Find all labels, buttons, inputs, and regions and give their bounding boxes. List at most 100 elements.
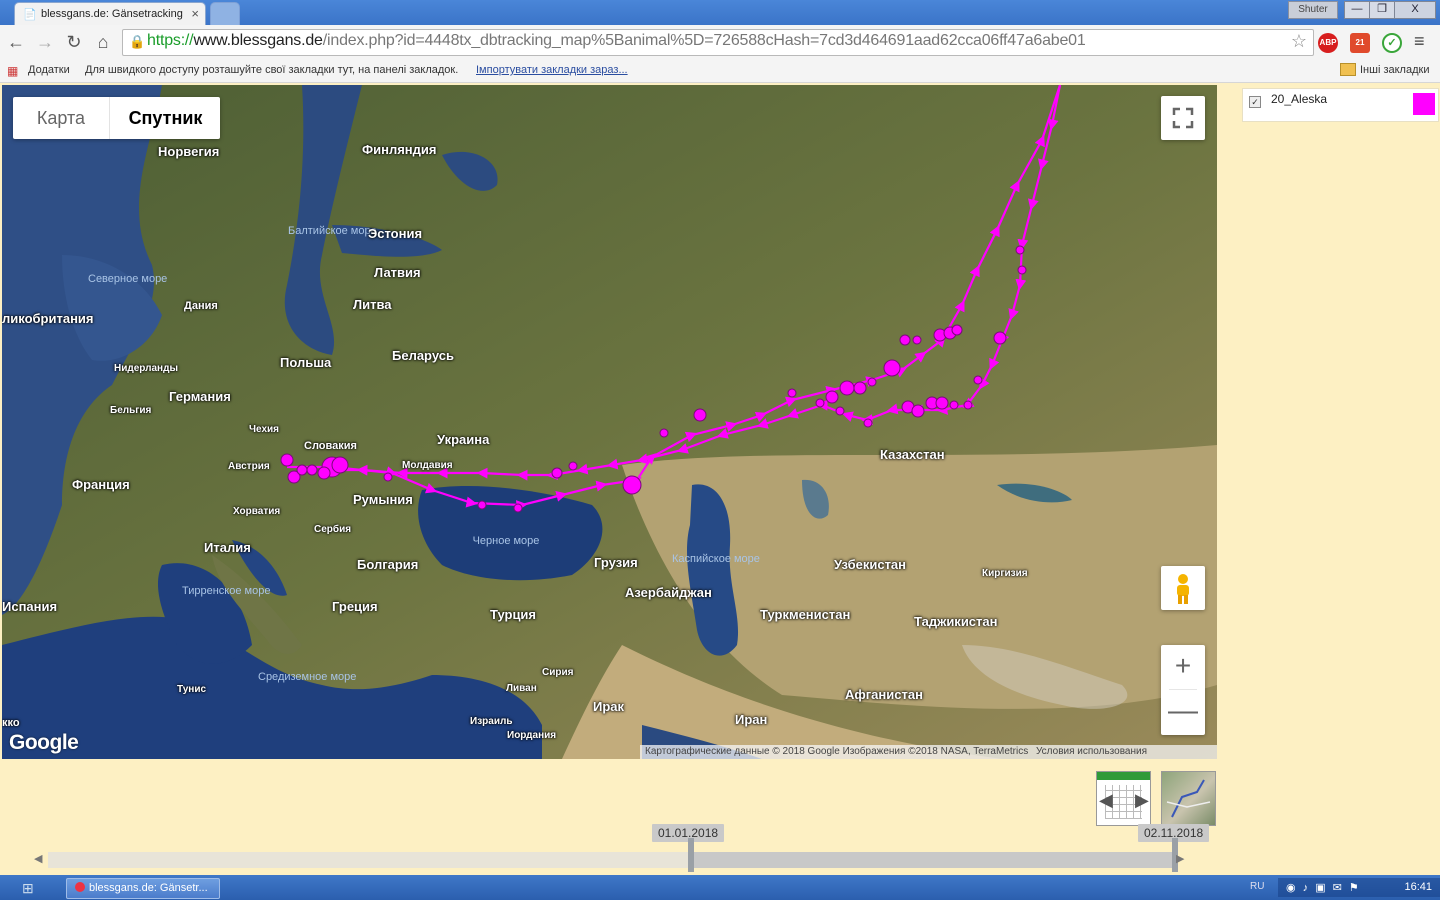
label-baltic-sea: Балтийское море bbox=[288, 225, 377, 237]
tracking-point[interactable] bbox=[949, 400, 959, 410]
tracking-point[interactable] bbox=[825, 390, 839, 404]
label-finland: Финляндия bbox=[362, 142, 437, 157]
back-icon[interactable]: ← bbox=[5, 31, 27, 53]
apps-link[interactable]: Додатки bbox=[28, 64, 70, 76]
close-window-button[interactable]: X bbox=[1394, 1, 1436, 19]
fullscreen-button[interactable] bbox=[1161, 96, 1205, 140]
label-italy: Италия bbox=[204, 540, 251, 555]
tracking-point[interactable] bbox=[853, 381, 867, 395]
taskbar-item-label: blessgans.de: Gänsetr... bbox=[89, 882, 208, 894]
tracking-point[interactable] bbox=[477, 500, 487, 510]
tracking-point[interactable] bbox=[973, 375, 983, 385]
map-imagery bbox=[2, 85, 1217, 759]
tracking-point[interactable] bbox=[951, 324, 963, 336]
terms-link[interactable]: Условия использования bbox=[1036, 746, 1147, 757]
label-turkey: Турция bbox=[490, 607, 537, 622]
tab-close-icon[interactable]: × bbox=[191, 6, 199, 21]
language-indicator[interactable]: RU bbox=[1250, 881, 1264, 892]
label-north-sea: Северное море bbox=[88, 273, 168, 285]
tracking-point[interactable] bbox=[551, 467, 563, 479]
map-type-map-button[interactable]: Карта bbox=[13, 97, 109, 139]
taskbar-browser-item[interactable]: blessgans.de: Gänsetr... bbox=[66, 878, 220, 899]
new-tab-button[interactable] bbox=[210, 2, 240, 26]
zoom-out-button[interactable]: — bbox=[1161, 691, 1205, 735]
menu-icon[interactable]: ≡ bbox=[1414, 31, 1425, 52]
timeline-left-arrow-icon[interactable]: ◀ bbox=[34, 852, 42, 865]
label-poland: Польша bbox=[280, 355, 332, 370]
label-azerbaijan: Азербайджан bbox=[625, 585, 712, 600]
tracking-point[interactable] bbox=[296, 464, 308, 476]
tracking-point[interactable] bbox=[659, 428, 669, 438]
tracking-point[interactable] bbox=[787, 388, 797, 398]
animal-checkbox[interactable]: ✓ bbox=[1249, 96, 1261, 108]
zoom-in-button[interactable]: + bbox=[1161, 645, 1205, 689]
tracking-point[interactable] bbox=[935, 396, 949, 410]
tracking-point[interactable] bbox=[1017, 265, 1027, 275]
tracking-point[interactable] bbox=[513, 503, 523, 513]
label-germany: Германия bbox=[169, 389, 231, 404]
map-view-button[interactable] bbox=[1161, 771, 1216, 826]
tracking-point[interactable] bbox=[963, 400, 973, 410]
label-afghanistan: Афганистан bbox=[845, 687, 923, 702]
label-latvia: Латвия bbox=[374, 265, 421, 280]
label-lebanon: Ливан bbox=[506, 683, 537, 694]
tracking-point[interactable] bbox=[815, 398, 825, 408]
address-bar[interactable]: 🔒 https://www.blessgans.de/index.php?id=… bbox=[122, 29, 1314, 56]
animal-name: 20_Aleska bbox=[1271, 92, 1328, 106]
lock-icon: 🔒 bbox=[129, 34, 146, 49]
label-romania: Румыния bbox=[353, 492, 413, 507]
tracking-point[interactable] bbox=[568, 461, 578, 471]
url-path: /index.php?id=4448tx_dbtracking_map%5Ban… bbox=[322, 32, 1086, 49]
tracking-point[interactable] bbox=[306, 464, 318, 476]
extension-badge-icon[interactable]: 21 bbox=[1350, 33, 1370, 53]
bookmark-star-icon[interactable]: ☆ bbox=[1291, 31, 1307, 52]
adblock-icon[interactable]: ABP bbox=[1318, 33, 1338, 53]
url-text[interactable]: https://www.blessgans.de/index.php?id=44… bbox=[147, 32, 1086, 50]
tracking-point[interactable] bbox=[993, 331, 1007, 345]
tracking-point[interactable] bbox=[863, 418, 873, 428]
forward-icon[interactable]: → bbox=[34, 31, 56, 53]
tracking-point[interactable] bbox=[899, 334, 911, 346]
minimize-button[interactable]: — bbox=[1344, 1, 1370, 19]
url-host: www.blessgans.de bbox=[193, 32, 323, 49]
tracking-point[interactable] bbox=[383, 472, 393, 482]
apps-grid-icon[interactable]: ▦ bbox=[7, 64, 18, 78]
tracking-point[interactable] bbox=[839, 380, 855, 396]
timeline-start-handle[interactable] bbox=[688, 838, 694, 872]
import-bookmarks-link[interactable]: Імпортувати закладки зараз... bbox=[476, 64, 628, 76]
tracking-point[interactable] bbox=[280, 453, 294, 467]
calendar-view-button[interactable]: ◀ ▶ bbox=[1096, 771, 1151, 826]
street-view-pegman-button[interactable] bbox=[1161, 566, 1205, 610]
tracking-point[interactable] bbox=[331, 456, 349, 474]
calendar-header bbox=[1097, 772, 1150, 780]
tracking-point[interactable] bbox=[911, 404, 925, 418]
tracking-point[interactable] bbox=[622, 475, 642, 495]
tracking-point[interactable] bbox=[867, 377, 877, 387]
tracking-point[interactable] bbox=[1015, 245, 1025, 255]
page-icon: 📄 bbox=[23, 9, 37, 21]
home-icon[interactable]: ⌂ bbox=[92, 31, 114, 53]
other-bookmarks[interactable]: Інші закладки bbox=[1360, 64, 1429, 76]
map-type-satellite-button[interactable]: Спутник bbox=[109, 97, 221, 139]
tracking-point[interactable] bbox=[693, 408, 707, 422]
tracking-point[interactable] bbox=[317, 466, 331, 480]
tab-title: blessgans.de: Gänsetracking bbox=[41, 8, 183, 20]
tray-icons[interactable]: ◉ ♪ ▣ ✉ ⚑ bbox=[1286, 881, 1361, 894]
label-morocco: кко bbox=[2, 717, 20, 729]
satellite-map[interactable]: Норвегия Финляндия Балтийское море Эстон… bbox=[2, 85, 1217, 759]
shield-check-icon[interactable]: ✓ bbox=[1382, 33, 1402, 53]
tab-active[interactable]: 📄 blessgans.de: Gänsetracking × bbox=[14, 2, 206, 26]
attribution-data: Картографические данные © 2018 Google Из… bbox=[645, 746, 1029, 757]
label-kazakhstan: Казахстан bbox=[880, 447, 945, 462]
map-thumbnail-icon bbox=[1166, 779, 1211, 818]
timeline-right-arrow-icon[interactable]: ▶ bbox=[1176, 852, 1184, 865]
label-norway: Норвегия bbox=[158, 144, 220, 159]
tracking-point[interactable] bbox=[912, 335, 922, 345]
reload-icon[interactable]: ↻ bbox=[63, 31, 85, 53]
tracking-point[interactable] bbox=[883, 359, 901, 377]
maximize-button[interactable]: ❐ bbox=[1369, 1, 1395, 19]
tracking-point[interactable] bbox=[835, 406, 845, 416]
zoom-control: + — bbox=[1161, 645, 1205, 735]
bookmarks-hint: Для швидкого доступу розташуйте свої зак… bbox=[85, 64, 459, 76]
start-button[interactable]: ⊞ bbox=[22, 880, 34, 897]
